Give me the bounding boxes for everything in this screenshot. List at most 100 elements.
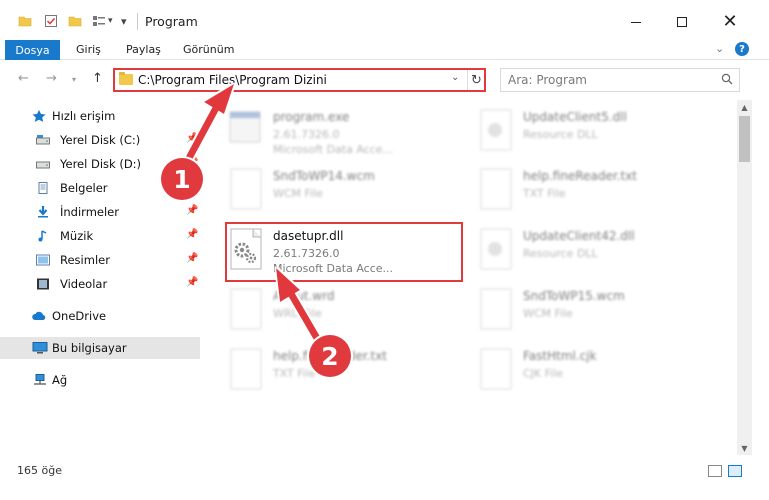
recent-locations-button[interactable]: ▾ — [72, 75, 76, 84]
file-item[interactable]: help.fineReader.txt TXT File — [455, 161, 690, 217]
file-type: Resource DLL — [523, 247, 598, 260]
new-folder-icon[interactable] — [68, 12, 82, 30]
title-bar: ▾ ▾ Program ✕ — [0, 0, 769, 40]
file-name: program.exe — [273, 110, 350, 124]
tab-share[interactable]: Paylaş — [126, 43, 161, 56]
file-item[interactable]: UpdateClient5.dll Resource DLL — [455, 102, 690, 158]
scroll-thumb[interactable] — [739, 116, 750, 162]
document-icon — [230, 348, 262, 390]
sidebar-item-label: Resimler — [60, 253, 110, 267]
step-2-badge: 2 — [309, 335, 351, 377]
ribbon-expand-icon[interactable]: ⌄ — [715, 42, 724, 55]
sidebar-item-downloads[interactable]: İndirmeler 📌 — [0, 201, 200, 223]
target-file-highlight — [225, 222, 463, 282]
pin-icon[interactable]: 📌 — [186, 253, 198, 264]
ribbon: Dosya Giriş Paylaş Görünüm ⌄ ? — [0, 40, 769, 60]
arrow-left-icon: ← — [18, 71, 29, 86]
file-item[interactable]: UpdateClient42.dll Resource DLL — [455, 221, 690, 277]
sidebar-item-label: Yerel Disk (D:) — [60, 157, 142, 171]
pictures-icon — [36, 254, 50, 266]
chevron-down-icon: ▾ — [72, 75, 77, 84]
refresh-button[interactable]: ↻ — [467, 70, 485, 90]
sidebar-item-onedrive[interactable]: OneDrive — [0, 305, 200, 327]
file-item[interactable]: program.exe 2.61.7326.0 Microsoft Data A… — [205, 102, 440, 158]
sidebar-item-music[interactable]: Müzik 📌 — [0, 225, 200, 247]
file-item[interactable]: FastHtml.cjk CJK File — [455, 341, 690, 397]
forward-button[interactable]: → — [46, 71, 57, 86]
dll-icon — [480, 109, 512, 151]
sidebar-item-label: Belgeler — [60, 181, 108, 195]
refresh-icon: ↻ — [471, 72, 482, 88]
view-options-icon[interactable] — [92, 12, 106, 30]
videos-icon — [37, 278, 49, 290]
pin-icon[interactable]: 📌 — [186, 229, 198, 240]
music-icon — [38, 230, 47, 242]
sidebar-item-label: Ağ — [52, 373, 68, 387]
file-description: Microsoft Data Acce... — [273, 143, 394, 156]
details-view-icon[interactable] — [708, 465, 722, 477]
help-button[interactable]: ? — [735, 42, 749, 56]
item-count: 165 öğe — [17, 464, 62, 477]
close-icon: ✕ — [722, 11, 738, 32]
document-icon — [230, 288, 262, 330]
address-path[interactable]: C:\Program Files\Program Dizini — [138, 73, 327, 87]
folder-icon — [119, 72, 133, 85]
window-title: Program — [145, 14, 198, 29]
arrow-up-icon: ↑ — [92, 71, 103, 86]
navigation-bar: ← → ▾ ↑ C:\Program Files\Program Dizini … — [0, 62, 769, 96]
tab-home[interactable]: Giriş — [76, 43, 101, 56]
tab-view[interactable]: Görünüm — [183, 43, 234, 56]
sidebar-item-videos[interactable]: Videolar 📌 — [0, 273, 200, 295]
sidebar-item-label: Videolar — [60, 277, 108, 291]
status-bar: 165 öğe — [0, 460, 769, 482]
tab-file[interactable]: Dosya — [5, 40, 60, 60]
pin-icon[interactable]: 📌 — [186, 277, 198, 288]
download-icon — [38, 206, 48, 218]
file-name: SndToWP15.wcm — [523, 289, 625, 303]
maximize-button[interactable] — [660, 8, 704, 36]
up-button[interactable]: ↑ — [92, 71, 103, 86]
sidebar-item-network[interactable]: Ağ — [0, 369, 200, 391]
drive-icon — [36, 161, 50, 169]
sidebar-item-local-disk-c[interactable]: Yerel Disk (C:) 📌 — [0, 129, 200, 151]
arrow-right-icon: → — [46, 71, 57, 86]
maximize-icon — [677, 17, 687, 27]
pin-icon[interactable]: 📌 — [186, 205, 198, 216]
back-button[interactable]: ← — [18, 71, 29, 86]
minimize-button[interactable] — [614, 8, 658, 36]
sidebar-item-pictures[interactable]: Resimler 📌 — [0, 249, 200, 271]
file-item[interactable]: SndToWP15.wcm WCM File — [455, 281, 690, 337]
pin-icon[interactable]: 📌 — [186, 133, 198, 144]
file-type: CJK File — [523, 367, 564, 380]
file-item[interactable]: SndToWP14.wcm WCM File — [205, 161, 440, 217]
file-type: Resource DLL — [523, 128, 598, 141]
search-input[interactable]: Ara: Program — [500, 68, 740, 92]
sidebar-item-label: Yerel Disk (C:) — [60, 133, 141, 147]
folder-icon — [18, 12, 32, 30]
sidebar-item-this-pc[interactable]: Bu bilgisayar — [0, 337, 200, 359]
file-name: About.wrd — [273, 289, 335, 303]
sidebar-item-label: Hızlı erişim — [52, 109, 116, 123]
sidebar-item-label: OneDrive — [52, 309, 107, 323]
file-item[interactable]: About.wrd WRD File — [205, 281, 440, 337]
close-button[interactable]: ✕ — [708, 8, 752, 36]
navigation-pane: Hızlı erişim Yerel Disk (C:) 📌 Yerel Dis… — [0, 100, 205, 455]
sidebar-item-label: İndirmeler — [60, 205, 119, 219]
sidebar-item-quick-access[interactable]: Hızlı erişim — [0, 105, 200, 127]
chevron-down-icon[interactable]: ▾ — [108, 12, 113, 30]
document-icon — [230, 168, 262, 210]
tiles-view-icon[interactable] — [728, 465, 742, 477]
address-bar[interactable]: C:\Program Files\Program Dizini ⌄ ↻ — [113, 68, 486, 92]
customize-toolbar-icon[interactable]: ▾ — [121, 12, 127, 30]
documents-icon — [38, 182, 48, 194]
file-type: TXT File — [523, 187, 566, 200]
vertical-scrollbar[interactable]: ▲ ▼ — [737, 100, 752, 455]
file-name: UpdateClient5.dll — [523, 110, 627, 124]
file-type: WCM File — [273, 187, 323, 200]
scroll-down-button[interactable]: ▼ — [737, 441, 752, 455]
chevron-down-icon[interactable]: ⌄ — [451, 72, 459, 83]
document-icon — [480, 348, 512, 390]
properties-icon[interactable] — [44, 12, 58, 30]
scroll-up-button[interactable]: ▲ — [737, 100, 752, 114]
file-type: WRD File — [273, 307, 322, 320]
